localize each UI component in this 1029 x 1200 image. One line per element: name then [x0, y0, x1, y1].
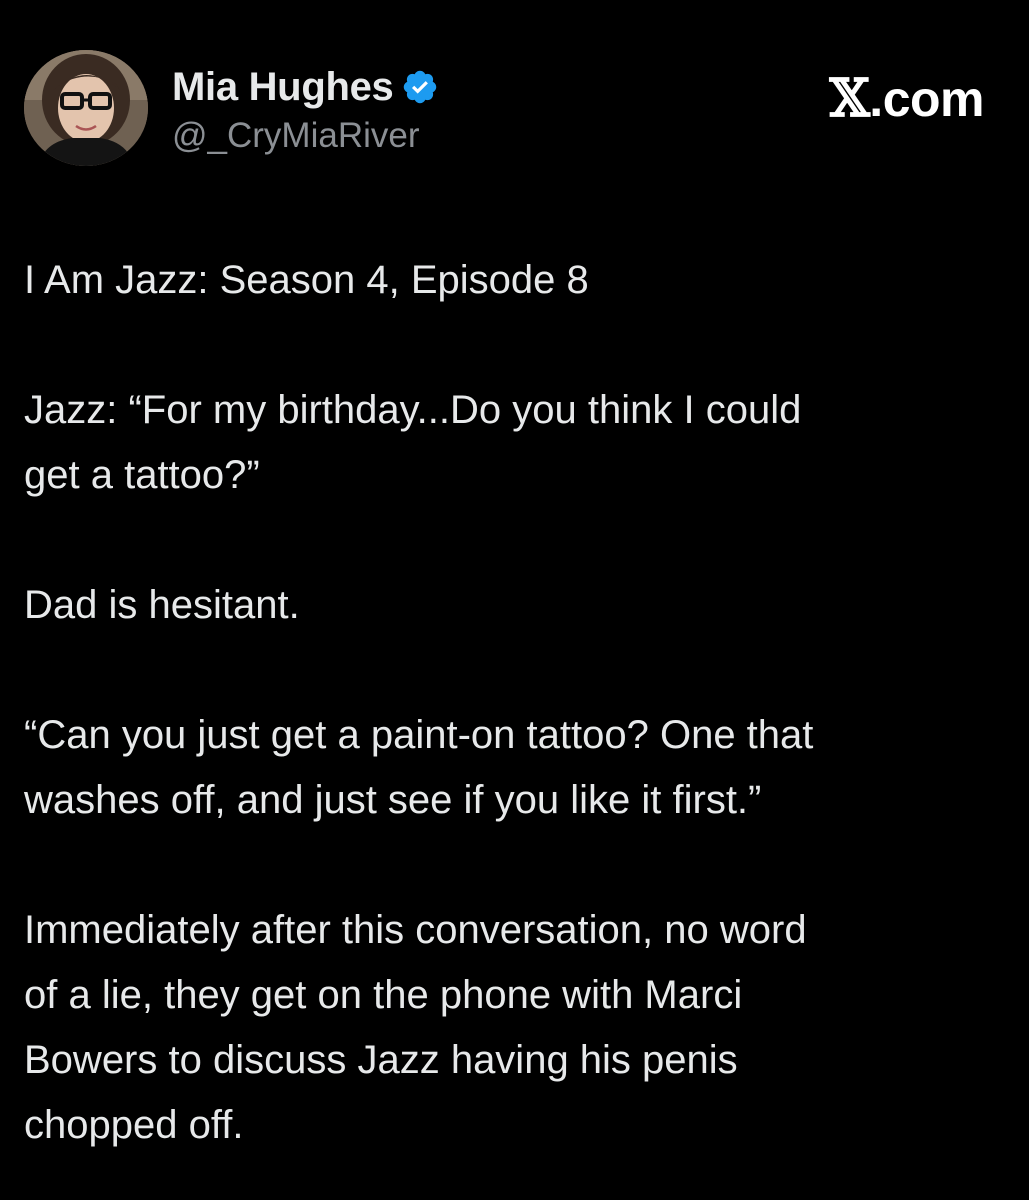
tweet-line: Jazz: “For my birthday...Do you think I … [24, 388, 802, 432]
tweet-header: Mia Hughes @_CryMiaRiver 𝕏 .com [24, 50, 1004, 170]
tweet-card: Mia Hughes @_CryMiaRiver 𝕏 .com I Am Jaz… [0, 0, 1029, 1200]
tweet-line: chopped off. [24, 1103, 244, 1147]
author-info: Mia Hughes @_CryMiaRiver [172, 62, 439, 156]
tweet-line: get a tattoo?” [24, 453, 260, 497]
tweet-paragraph: Jazz: “For my birthday...Do you think I … [24, 378, 999, 508]
tweet-line: “Can you just get a paint-on tattoo? One… [24, 713, 814, 757]
tweet-paragraph: Dad is hesitant. [24, 573, 999, 638]
avatar[interactable] [24, 50, 148, 166]
tweet-line: Bowers to discuss Jazz having his penis [24, 1038, 738, 1082]
tweet-text: I Am Jazz: Season 4, Episode 8 Jazz: “Fo… [24, 248, 999, 1158]
tweet-line: of a lie, they get on the phone with Mar… [24, 973, 743, 1017]
tweet-paragraph: I Am Jazz: Season 4, Episode 8 [24, 248, 999, 313]
verified-badge-icon [401, 68, 439, 106]
tweet-line: Immediately after this conversation, no … [24, 908, 807, 952]
display-name[interactable]: Mia Hughes [172, 65, 394, 110]
tweet-paragraph: Immediately after this conversation, no … [24, 898, 999, 1158]
tweet-line: I Am Jazz: Season 4, Episode 8 [24, 258, 589, 302]
brand-logo: 𝕏 .com [829, 68, 984, 129]
x-logo-icon: 𝕏 [829, 68, 870, 129]
brand-domain: .com [869, 71, 984, 127]
author-handle[interactable]: @_CryMiaRiver [172, 116, 439, 156]
display-name-row: Mia Hughes [172, 62, 439, 112]
avatar-image [24, 50, 148, 166]
tweet-line: Dad is hesitant. [24, 583, 300, 627]
tweet-paragraph: “Can you just get a paint-on tattoo? One… [24, 703, 999, 833]
tweet-line: washes off, and just see if you like it … [24, 778, 762, 822]
